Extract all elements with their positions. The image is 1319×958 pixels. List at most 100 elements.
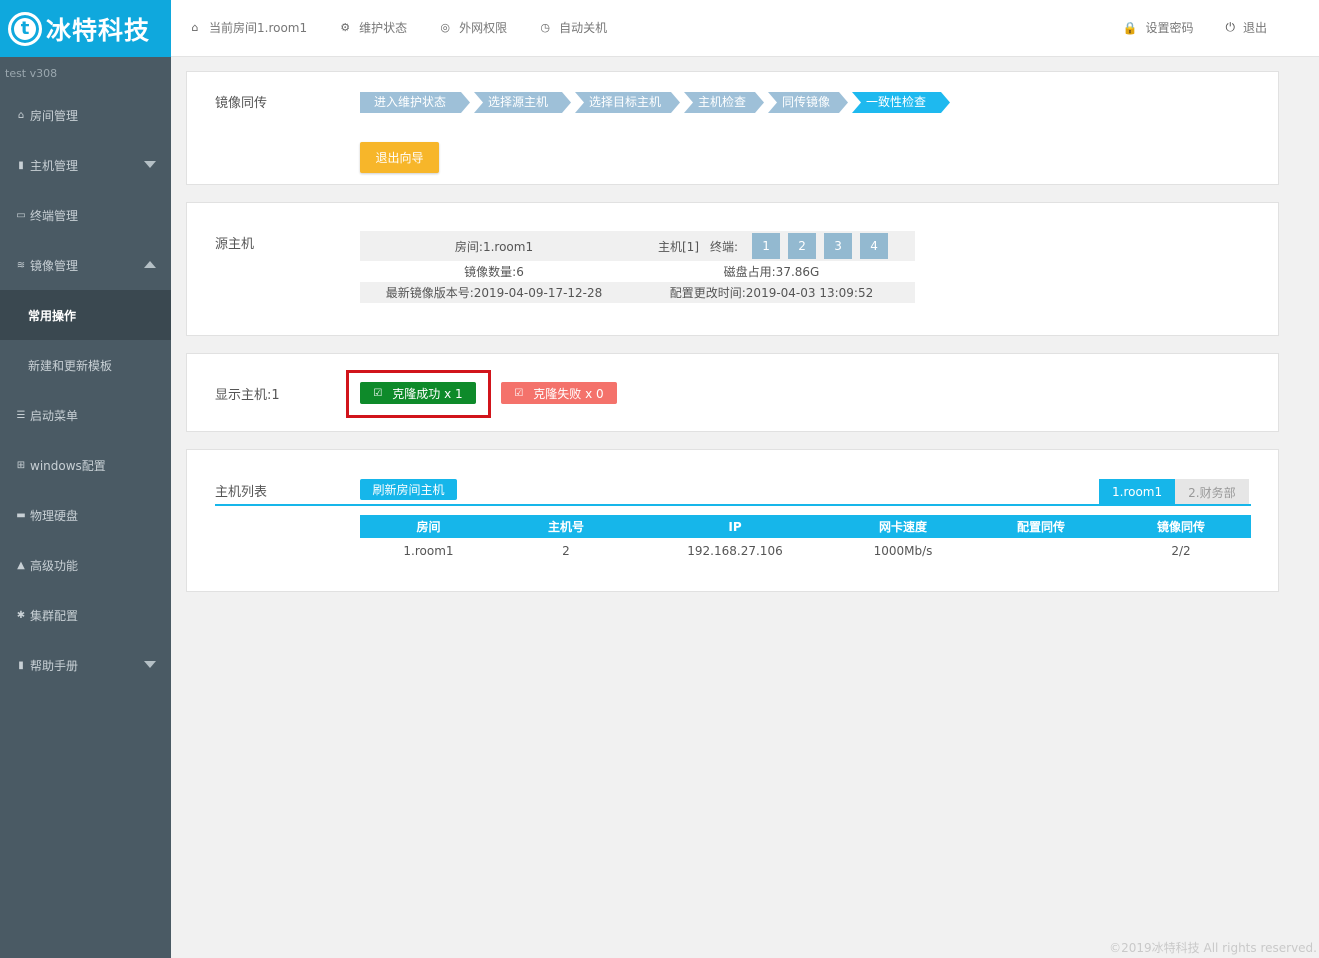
monitor-icon: ▭ [16,209,26,221]
col-nic-speed: 网卡速度 [835,515,971,538]
result-panel: 显示主机:1 ☑ 克隆成功 x 1 ☑ 克隆失败 x 0 [186,353,1279,432]
clone-success-button[interactable]: ☑ 克隆成功 x 1 [360,382,476,404]
table-row[interactable]: 1.room1 2 192.168.27.106 1000Mb/s 2/2 [360,538,1251,564]
chevron-down-icon [144,161,156,168]
sidebar-item-cluster[interactable]: ✱ 集群配置 [0,590,171,640]
exit-wizard-button[interactable]: 退出向导 [360,142,439,173]
wizard-panel: 镜像同传 进入维护状态 选择源主机 选择目标主机 主机检查 同传镜像 一致性检查… [186,71,1279,185]
display-hosts-title: 显示主机:1 [215,388,280,403]
tab-room1[interactable]: 1.room1 [1099,479,1176,505]
sidebar-item-templates[interactable]: 新建和更新模板 [0,340,171,390]
step-enter-maintenance[interactable]: 进入维护状态 [360,92,470,113]
sidebar-item-images[interactable]: ≋ 镜像管理 [0,240,171,290]
brand-mark-icon: t [8,11,42,46]
tab-finance[interactable]: 2.财务部 [1175,479,1249,505]
globe-icon: ◎ [440,21,450,34]
book-icon: ▮ [18,659,24,671]
info-row: 镜像数量:6 磁盘占用:37.86G [360,261,915,282]
sidebar-item-label: 主机管理 [30,158,79,173]
sidebar-item-common-ops[interactable]: 常用操作 [0,290,171,340]
clone-fail-button[interactable]: ☑ 克隆失败 x 0 [501,382,617,404]
nav-auto-shutdown-label: 自动关机 [559,21,608,35]
nav-maintenance-label: 维护状态 [359,21,408,35]
step-host-check[interactable]: 主机检查 [684,92,764,113]
sidebar-item-label: 镜像管理 [30,258,79,273]
nav-internet-permission[interactable]: ◎ 外网权限 [439,19,507,36]
step-select-source[interactable]: 选择源主机 [474,92,571,113]
brand-logo[interactable]: t 冰特科技 [0,0,171,57]
wizard-title: 镜像同传 [215,96,268,111]
terminal-group: 主机[1] 终端: 1 2 3 4 [658,231,889,261]
step-consistency-check[interactable]: 一致性检查 [852,92,950,113]
nav-maintenance[interactable]: ⚙ 维护状态 [339,19,407,36]
col-config-sync: 配置同传 [971,515,1111,538]
lock-icon: 🔒 [1122,20,1138,35]
info-row: 房间:1.room1 主机[1] 终端: 1 2 3 4 [360,231,915,261]
nav-logout[interactable]: ⏻ 退出 [1225,19,1267,36]
tab-underline [215,504,1251,506]
sidebar-item-label: 新建和更新模板 [28,358,113,373]
terminal-button-3[interactable]: 3 [824,233,853,259]
terminal-button-4[interactable]: 4 [860,233,889,259]
top-nav: ⌂ 当前房间1.room1 ⚙ 维护状态 ◎ 外网权限 ◷ 自动关机 [189,0,639,55]
sidebar-item-label: 终端管理 [30,208,79,223]
nav-internet-permission-label: 外网权限 [459,21,508,35]
host-list-panel: 主机列表 刷新房间主机 1.room1 2.财务部 房间 主机号 IP 网卡速度… [186,449,1279,592]
nav-logout-label: 退出 [1242,21,1267,35]
room-value: 房间:1.room1 [454,239,534,254]
host-list-title: 主机列表 [215,485,268,500]
warning-icon: ▲ [17,559,25,571]
sidebar-item-label: 帮助手册 [30,658,79,673]
terminal-button-2[interactable]: 2 [788,233,817,259]
cell-nic-speed: 1000Mb/s [873,544,933,558]
sidebar-item-physical-disk[interactable]: ▬ 物理硬盘 [0,490,171,540]
home-icon: ⌂ [191,21,199,34]
step-sync-image[interactable]: 同传镜像 [768,92,848,113]
nav-current-room-label: 当前房间1.room1 [209,21,308,35]
latest-version-value: 最新镜像版本号:2019-04-09-17-12-28 [385,286,603,300]
power-icon: ⏻ [1225,20,1235,34]
check-square-icon: ☑ [514,387,524,399]
room-tabs: 1.room1 2.财务部 [1099,479,1249,505]
col-room: 房间 [360,515,497,538]
clock-icon: ◷ [540,21,550,34]
version-label: test v308 [5,67,58,80]
nav-auto-shutdown[interactable]: ◷ 自动关机 [539,19,607,36]
clone-fail-label: 克隆失败 x 0 [533,386,604,401]
sidebar-item-advanced[interactable]: ▲ 高级功能 [0,540,171,590]
nav-current-room[interactable]: ⌂ 当前房间1.room1 [189,19,308,36]
gear-icon: ✱ [16,609,26,621]
sidebar-item-label: 房间管理 [30,108,79,123]
sidebar-item-label: 启动菜单 [30,408,79,423]
col-image-sync: 镜像同传 [1111,515,1251,538]
cell-image-sync: 2/2 [1171,544,1191,558]
host-table: 房间 主机号 IP 网卡速度 配置同传 镜像同传 1.room1 2 192.1… [360,515,1251,564]
sidebar-item-boot-menu[interactable]: ☰ 启动菜单 [0,390,171,440]
source-host-panel: 源主机 房间:1.room1 主机[1] 终端: 1 2 3 4 镜像数量:6 … [186,202,1279,336]
sidebar: test v308 ⌂ 房间管理 ▮ 主机管理 ▭ 终端管理 ≋ 镜像管理 常用… [0,57,171,958]
sidebar-item-help[interactable]: ▮ 帮助手册 [0,640,171,690]
sidebar-item-windows-config[interactable]: ⊞ windows配置 [0,440,171,490]
nav-set-password[interactable]: 🔒 设置密码 [1123,19,1194,36]
wrench-icon: ⚙ [340,21,351,34]
source-host-title: 源主机 [215,237,255,252]
sidebar-item-label: 集群配置 [30,608,79,623]
check-square-icon: ☑ [373,387,383,399]
sidebar-item-terminals[interactable]: ▭ 终端管理 [0,190,171,240]
refresh-hosts-button[interactable]: 刷新房间主机 [360,479,457,500]
terminal-button-1[interactable]: 1 [752,233,781,259]
table-header-row: 房间 主机号 IP 网卡速度 配置同传 镜像同传 [360,515,1251,538]
sidebar-item-rooms[interactable]: ⌂ 房间管理 [0,90,171,140]
sidebar-item-label: 物理硬盘 [30,508,79,523]
server-icon: ▮ [18,159,24,171]
col-host-number: 主机号 [497,515,635,538]
step-select-target[interactable]: 选择目标主机 [575,92,680,113]
cell-host-number: 2 [562,544,570,558]
image-count-value: 镜像数量:6 [464,265,524,279]
database-icon: ≋ [16,259,26,271]
list-icon: ☰ [16,409,26,421]
info-row: 最新镜像版本号:2019-04-09-17-12-28 配置更改时间:2019-… [360,282,915,303]
sidebar-item-hosts[interactable]: ▮ 主机管理 [0,140,171,190]
source-info-table: 房间:1.room1 主机[1] 终端: 1 2 3 4 镜像数量:6 磁盘占用… [360,231,915,303]
cell-ip: 192.168.27.106 [687,544,783,558]
